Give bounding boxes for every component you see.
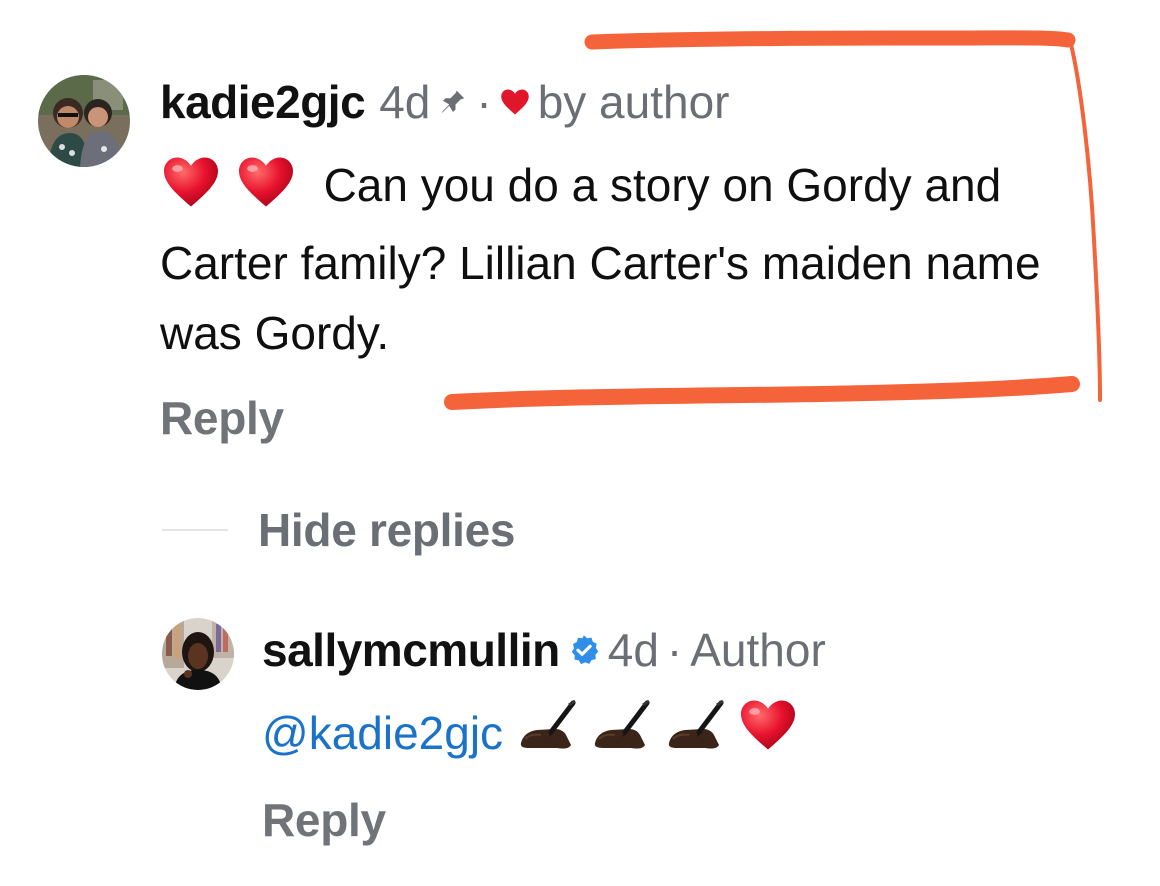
hide-replies-button[interactable]: Hide replies (258, 502, 515, 558)
reply-button[interactable]: Reply (160, 390, 284, 446)
heart-emoji-icon (235, 155, 297, 228)
writing-hand-icon (515, 699, 585, 767)
pin-icon (438, 87, 468, 117)
writing-hand-icon (663, 699, 733, 767)
comment-username[interactable]: kadie2gjc (160, 74, 366, 130)
heart-icon (500, 88, 530, 116)
reply-username[interactable]: sallymcmullin (262, 622, 560, 678)
heart-emoji-icon (160, 155, 222, 228)
reply-meta: sallymcmullin 4d · Author (262, 622, 826, 678)
writing-hand-icon (589, 699, 659, 767)
avatar[interactable] (162, 618, 234, 690)
liked-by-author: by author (537, 76, 730, 128)
reply-body: @kadie2gjc (262, 698, 799, 768)
avatar[interactable] (38, 75, 130, 167)
mention-link[interactable]: @kadie2gjc (262, 701, 503, 765)
emoji-row (515, 698, 799, 768)
verified-badge-icon (568, 634, 600, 666)
comment-body: Can you do a story on Gordy and Carter f… (160, 150, 1120, 368)
separator-dot: · (666, 624, 683, 676)
reply-age: 4d (607, 624, 659, 676)
comment-meta: kadie2gjc 4d · by author (160, 74, 729, 130)
separator-dot: · (476, 76, 492, 128)
reply-button[interactable]: Reply (262, 792, 386, 848)
author-label: Author (690, 624, 826, 676)
comment-age: 4d (379, 76, 431, 128)
heart-emoji-icon (737, 698, 799, 768)
replies-divider (162, 529, 228, 531)
